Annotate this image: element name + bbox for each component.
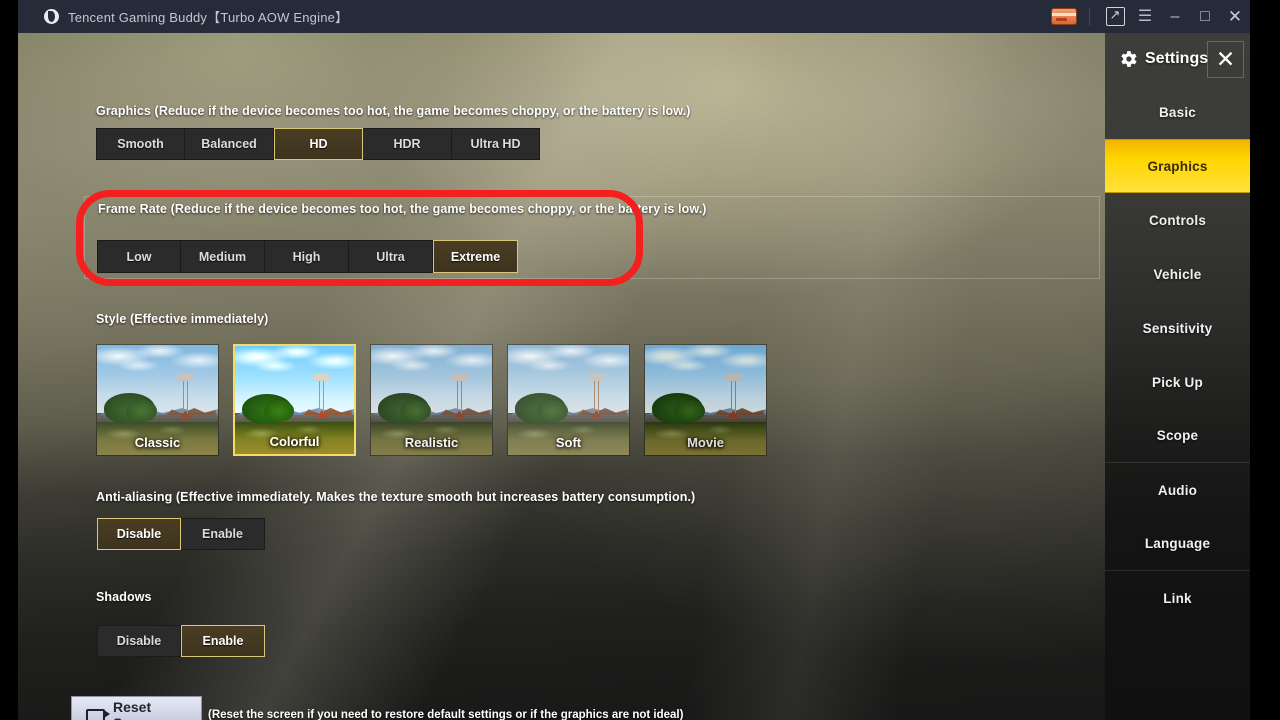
frame-rate-option-group[interactable]: Low Medium High Ultra Extreme: [97, 240, 518, 273]
anti_aliasing-option-disable[interactable]: Disable: [97, 518, 181, 550]
sidebar-item-language[interactable]: Language: [1105, 517, 1250, 571]
style-option-label: Colorful: [269, 434, 320, 449]
style-option-realistic[interactable]: Realistic: [370, 344, 493, 456]
minimize-button[interactable]: –: [1160, 0, 1190, 33]
banner-card-icon[interactable]: [1051, 8, 1077, 25]
menu-button[interactable]: ☰: [1130, 0, 1160, 33]
style-option-colorful[interactable]: Colorful: [233, 344, 356, 456]
sidebar-item-graphics[interactable]: Graphics: [1105, 139, 1250, 193]
sidebar-item-audio[interactable]: Audio: [1105, 463, 1250, 517]
sidebar-item-scope[interactable]: Scope: [1105, 409, 1250, 463]
shadows-section-label: Shadows: [96, 590, 152, 604]
window-title: Tencent Gaming Buddy【Turbo AOW Engine】: [68, 10, 349, 25]
anti-aliasing-option-group[interactable]: Disable Enable: [97, 518, 265, 550]
minimize-icon: –: [1170, 7, 1180, 25]
application-window: Tencent Gaming Buddy【Turbo AOW Engine】 ☰…: [18, 0, 1250, 720]
style-option-label: Realistic: [404, 435, 459, 450]
shadows-option-group[interactable]: Disable Enable: [97, 625, 265, 657]
style-option-classic[interactable]: Classic: [96, 344, 219, 456]
hamburger-menu-icon: ☰: [1137, 7, 1153, 25]
settings-sidebar: Settings ✕ Basic Graphics Controls Vehicle S…: [1105, 33, 1250, 720]
style-option-label: Classic: [134, 435, 181, 450]
style-thumbnail-tower: [725, 373, 741, 419]
maximize-icon: □: [1200, 7, 1210, 25]
frame_rate-option-medium[interactable]: Medium: [181, 240, 265, 273]
style-thumbnail-tower: [451, 373, 467, 419]
shadows-option-disable[interactable]: Disable: [97, 625, 181, 657]
close-window-button[interactable]: ✕: [1220, 0, 1250, 33]
style-thumbnail-clouds: [97, 345, 218, 396]
sidebar-item-vehicle[interactable]: Vehicle: [1105, 247, 1250, 301]
style-thumbnail-clouds: [371, 345, 492, 396]
graphics-option-group[interactable]: Smooth Balanced HD HDR Ultra HD: [96, 128, 540, 160]
toolbar-divider: [1089, 7, 1090, 26]
style-thumbnail-clouds: [645, 345, 766, 396]
tencent-gaming-buddy-logo-icon: [44, 9, 59, 24]
sidebar-item-basic[interactable]: Basic: [1105, 85, 1250, 139]
anti_aliasing-option-enable[interactable]: Enable: [181, 518, 265, 550]
anti-aliasing-section-label: Anti-aliasing (Effective immediately. Ma…: [96, 490, 696, 504]
reset-screen-button[interactable]: Reset Screen: [71, 696, 202, 720]
close-icon: ✕: [1215, 46, 1236, 72]
frame_rate-option-extreme[interactable]: Extreme: [433, 240, 518, 273]
graphics-section-label: Graphics (Reduce if the device becomes t…: [96, 104, 691, 118]
reset-screen-icon: [86, 708, 110, 720]
style-option-label: Soft: [555, 435, 582, 450]
title-bar: Tencent Gaming Buddy【Turbo AOW Engine】 ☰…: [18, 0, 1250, 33]
expand-window-button[interactable]: [1100, 0, 1130, 33]
settings-nav-list: Basic Graphics Controls Vehicle Sensitivity P…: [1105, 85, 1250, 625]
style-thumbnail-tree2: [263, 400, 295, 422]
graphics-option-ultra-hd[interactable]: Ultra HD: [452, 128, 540, 160]
graphics-option-hd[interactable]: HD: [274, 128, 363, 160]
settings-header: Settings ✕: [1105, 33, 1250, 85]
frame_rate-option-ultra[interactable]: Ultra: [349, 240, 433, 273]
style-thumbnail-clouds: [508, 345, 629, 396]
shadows-option-enable[interactable]: Enable: [181, 625, 265, 657]
sidebar-item-sensitivity[interactable]: Sensitivity: [1105, 301, 1250, 355]
reset-screen-button-label: Reset Screen: [113, 699, 160, 720]
expand-window-icon: [1105, 5, 1125, 26]
gear-icon: [1121, 51, 1137, 67]
style-option-movie[interactable]: Movie: [644, 344, 767, 456]
sidebar-item-pick-up[interactable]: Pick Up: [1105, 355, 1250, 409]
close-icon: ✕: [1227, 7, 1243, 26]
style-section-label: Style (Effective immediately): [96, 312, 269, 326]
frame_rate-option-low[interactable]: Low: [97, 240, 181, 273]
graphics-option-balanced[interactable]: Balanced: [185, 128, 274, 160]
frame-rate-section-label: Frame Rate (Reduce if the device becomes…: [98, 202, 707, 216]
graphics-option-smooth[interactable]: Smooth: [96, 128, 185, 160]
sidebar-item-link[interactable]: Link: [1105, 571, 1250, 625]
close-settings-button[interactable]: ✕: [1207, 41, 1244, 78]
maximize-button[interactable]: □: [1190, 0, 1220, 33]
graphics-option-hdr[interactable]: HDR: [363, 128, 452, 160]
graphics-settings-panel: Graphics (Reduce if the device becomes t…: [18, 33, 1105, 720]
frame_rate-option-high[interactable]: High: [265, 240, 349, 273]
screen: Tencent Gaming Buddy【Turbo AOW Engine】 ☰…: [0, 0, 1280, 720]
settings-title: Settings: [1145, 50, 1209, 67]
style-thumbnail-tower: [177, 373, 193, 419]
style-thumbnail-tower: [588, 373, 604, 419]
style-thumbnail-tower: [314, 374, 330, 419]
reset-screen-note: (Reset the screen if you need to restore…: [208, 709, 684, 720]
sidebar-item-controls[interactable]: Controls: [1105, 193, 1250, 247]
style-thumbnail-clouds: [235, 346, 354, 396]
style-option-group[interactable]: Classic Colorful Realistic Soft Movie: [96, 344, 767, 456]
style-option-soft[interactable]: Soft: [507, 344, 630, 456]
window-controls: ☰ – □ ✕: [1051, 0, 1250, 33]
style-option-label: Movie: [687, 435, 724, 450]
